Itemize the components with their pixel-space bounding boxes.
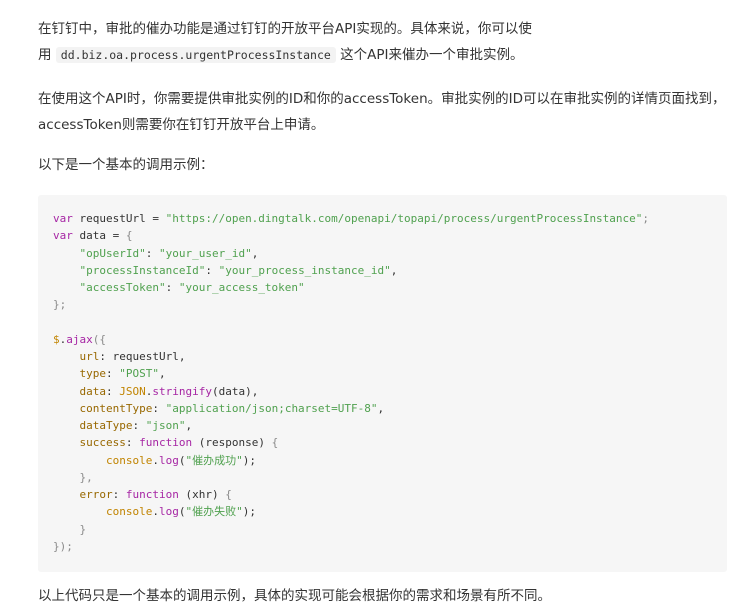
usage-paragraph: 在使用这个API时，你需要提供审批实例的ID和你的accessToken。审批实… [38, 91, 726, 133]
intro-paragraph: 在钉钉中，审批的催办功能是通过钉钉的开放平台API实现的。具体来说，你可以使 用… [38, 16, 727, 68]
intro-text-1: 在钉钉中，审批的催办功能是通过钉钉的开放平台API实现的。具体来说，你可以使 [38, 21, 532, 37]
truncated-paragraph: 以上代码只是一个基本的调用示例，具体的实现可能会根据你的需求和场景有所不同。 [38, 588, 551, 604]
code-datatype-string: "json" [145, 419, 186, 432]
code-block[interactable]: var requestUrl = "https://open.dingtalk.… [38, 195, 727, 572]
code-opuserid-string: "your_user_id" [158, 246, 252, 260]
code-success-msg: "催办成功" [185, 453, 243, 467]
intro-text-3: 这个API来催办一个审批实例。 [340, 47, 524, 63]
code-error-msg: "催办失败" [185, 505, 243, 519]
code-processinstanceid-string: "your_process_instance_id" [218, 263, 391, 277]
code-content: var requestUrl = "https://open.dingtalk.… [53, 212, 650, 553]
intro-text-2: 用 [38, 47, 52, 63]
code-accesstoken-string: "your_access_token" [178, 281, 305, 294]
code-url-string: "https://open.dingtalk.com/openapi/topap… [165, 212, 643, 225]
example-heading: 以下是一个基本的调用示例： [38, 157, 214, 173]
code-contenttype-string: "application/json;charset=UTF-8" [165, 401, 378, 415]
code-type-string: "POST" [119, 367, 159, 381]
api-name-code: dd.biz.oa.process.urgentProcessInstance [55, 47, 336, 63]
